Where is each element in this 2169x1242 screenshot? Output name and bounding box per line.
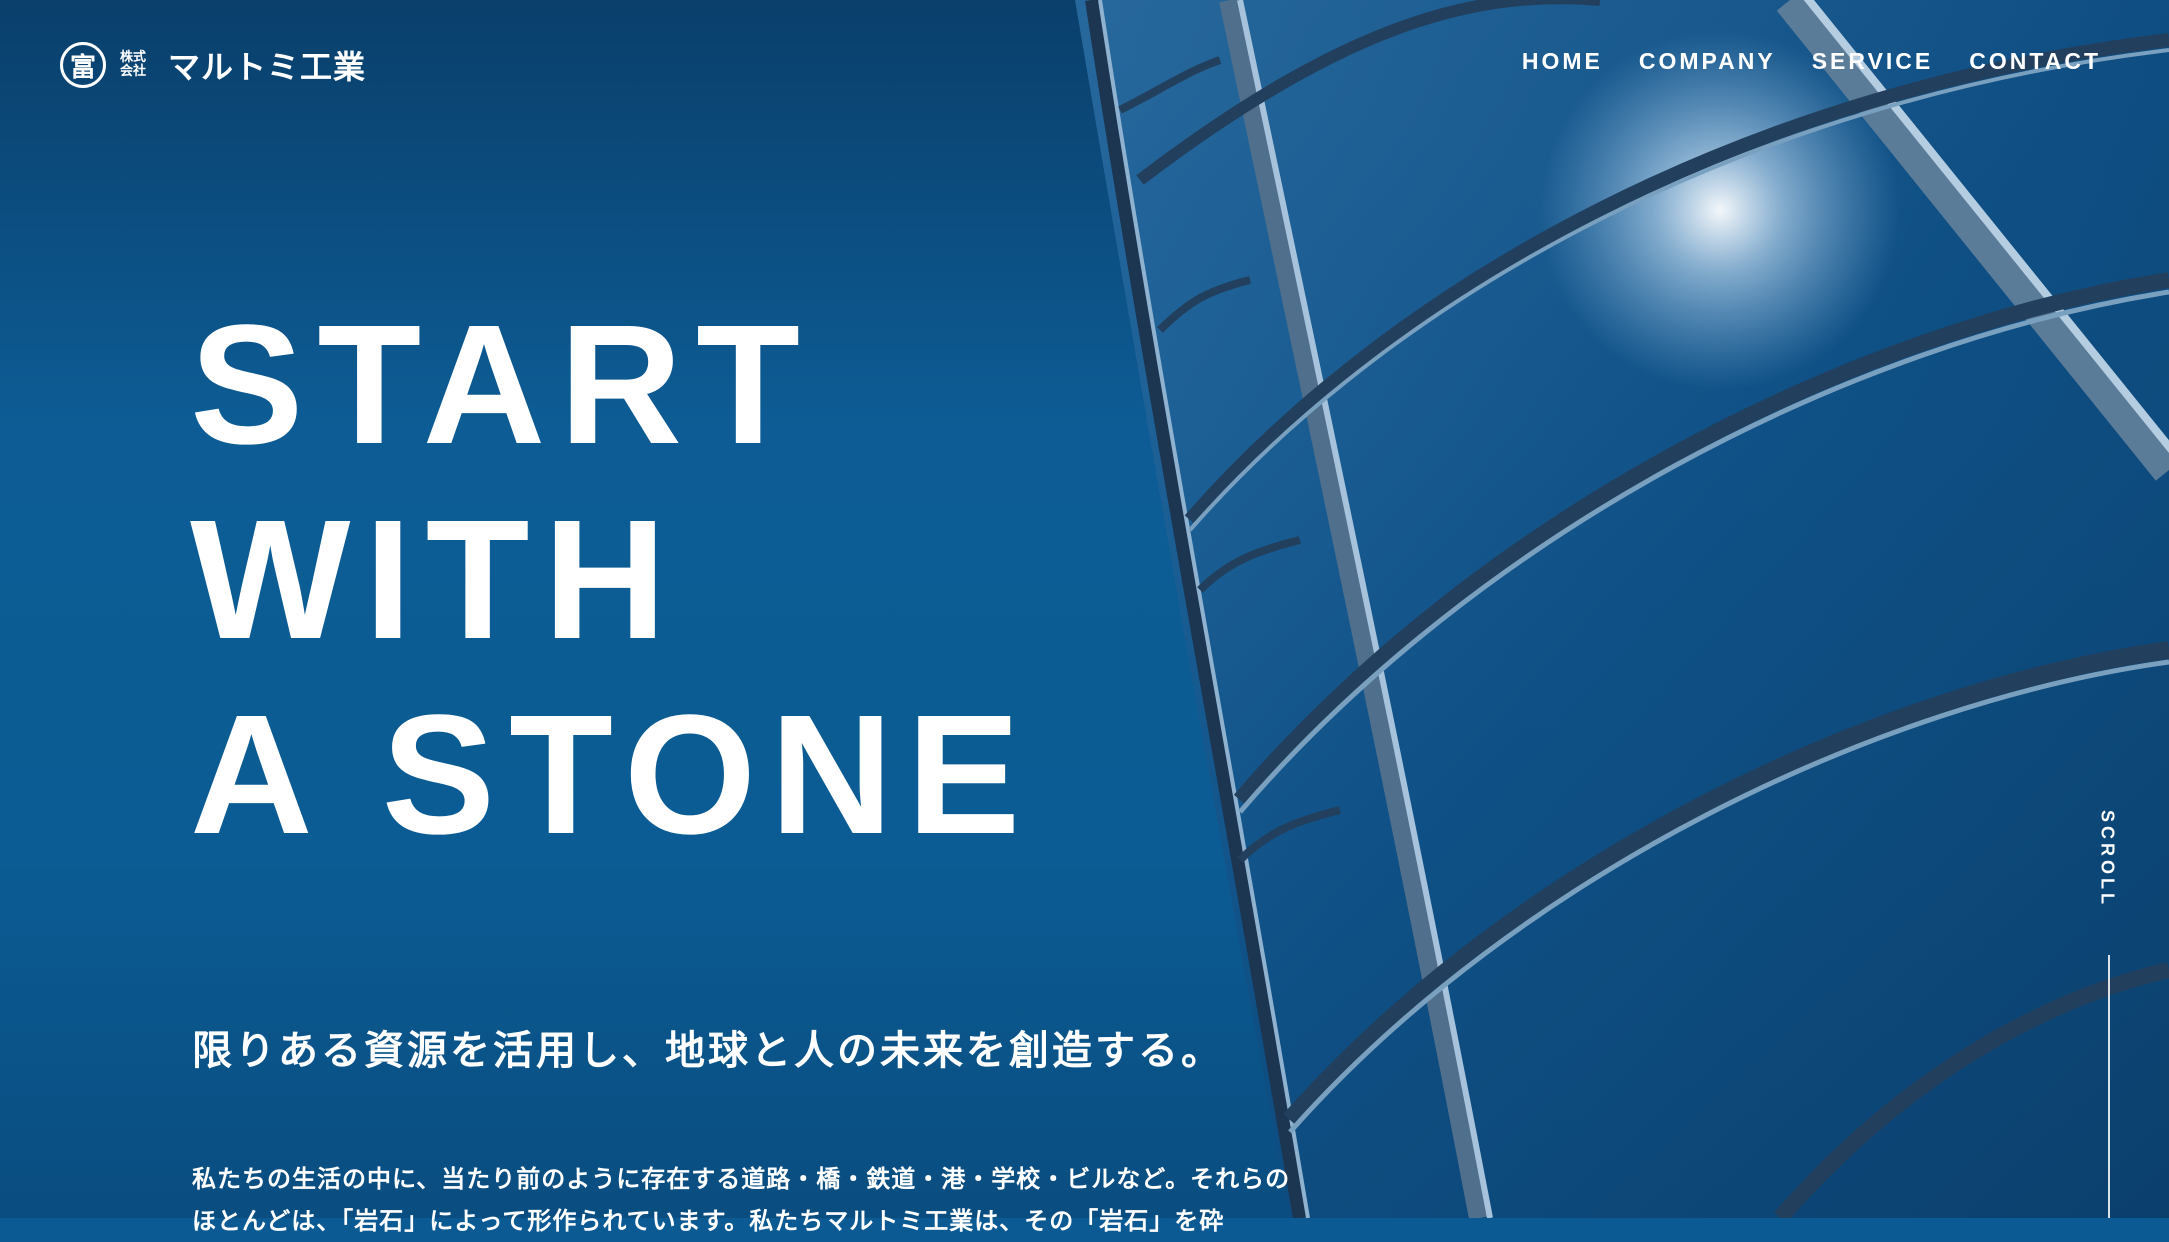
hero-line-2: WITH <box>190 485 681 675</box>
hero-line-3: A STONE <box>190 680 1035 870</box>
hero-headline: START WITH A STONE <box>190 288 1034 873</box>
scroll-indicator[interactable]: SCROLL <box>2092 810 2122 920</box>
scroll-label: SCROLL <box>2097 810 2118 908</box>
scroll-line <box>2108 955 2110 1218</box>
nav-contact-link[interactable]: CONTACT <box>1969 48 2101 75</box>
main-nav: HOME COMPANY SERVICE CONTACT <box>1522 48 2101 75</box>
hero-line-1: START <box>190 290 814 480</box>
logo-mark-icon: 富 <box>60 42 106 88</box>
company-logo[interactable]: 富 株式会社 マルトミ工業 <box>60 40 366 90</box>
logo-company-name: マルトミ工業 <box>168 48 367 86</box>
hero-tagline: 限りある資源を活用し、地球と人の未来を創造する。 <box>192 1028 1224 1074</box>
nav-home-link[interactable]: HOME <box>1522 48 1603 75</box>
nav-company-link[interactable]: COMPANY <box>1639 48 1776 75</box>
nav-service-link[interactable]: SERVICE <box>1812 48 1934 75</box>
logo-company-type: 株式会社 <box>120 50 147 79</box>
hero-body-text: 私たちの生活の中に、当たり前のように存在する道路・橋・鉄道・港・学校・ビルなど。… <box>192 1165 1291 1235</box>
